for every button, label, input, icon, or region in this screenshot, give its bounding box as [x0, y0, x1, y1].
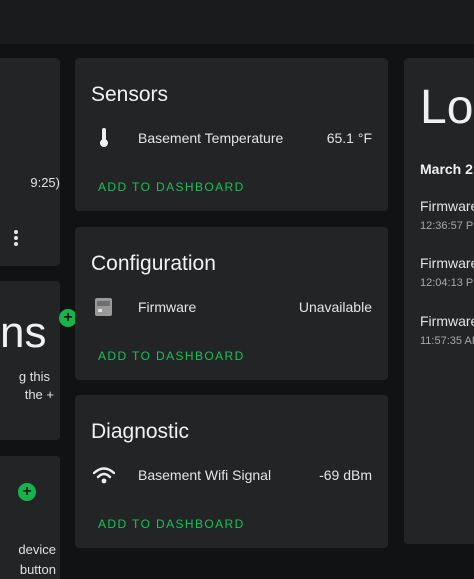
- more-options-icon[interactable]: [13, 228, 19, 248]
- entity-label: Basement Temperature: [138, 130, 284, 146]
- configuration-card: Configuration Firmware Unavailable ADD T…: [75, 227, 388, 380]
- left-card-partial-3: + device button: [0, 456, 60, 579]
- logbook-entry-name[interactable]: Firmware: [420, 255, 474, 271]
- add-icon[interactable]: +: [18, 483, 36, 501]
- entity-value: Unavailable: [298, 299, 372, 315]
- left-card-time: 9:25): [30, 175, 60, 190]
- logbook-entry-time: 12:04:13 PI: [420, 277, 474, 289]
- card-title: Diagnostic: [91, 420, 190, 443]
- left-card-partial-2: ns g this the +: [0, 281, 60, 440]
- entity-value: 65.1 °F: [326, 130, 372, 146]
- sensors-card: Sensors Basement Temperature 65.1 °F ADD…: [75, 58, 388, 211]
- entity-label: Basement Wifi Signal: [138, 467, 272, 483]
- logbook-entry-name[interactable]: Firmware: [420, 313, 474, 329]
- add-to-dashboard-button[interactable]: ADD TO DASHBOARD: [98, 349, 245, 363]
- card-title: Configuration: [91, 252, 216, 275]
- left-card-text-1: g this: [18, 369, 50, 384]
- wifi-icon: [92, 463, 116, 487]
- left-card-partial: 9:25): [0, 58, 60, 266]
- logbook-title: Lo: [420, 81, 474, 134]
- entity-row[interactable]: Firmware Unavailable: [91, 295, 372, 319]
- logbook-entry-time: 11:57:35 AI: [420, 335, 474, 347]
- logbook-card: Lo March 2 Firmware 12:36:57 PI Firmware…: [404, 58, 474, 544]
- entity-row[interactable]: Basement Wifi Signal -69 dBm: [91, 463, 372, 487]
- thermometer-icon: [93, 126, 115, 150]
- firmware-icon: [93, 295, 115, 319]
- diagnostic-card: Diagnostic Basement Wifi Signal -69 dBm …: [75, 395, 388, 548]
- logbook-entry-name[interactable]: Firmware: [420, 198, 474, 214]
- left-card-text-4: button: [19, 562, 56, 577]
- left-card-heading: ns: [0, 308, 47, 357]
- logbook-entry-time: 12:36:57 PI: [420, 220, 474, 232]
- entity-row[interactable]: Basement Temperature 65.1 °F: [91, 126, 372, 150]
- add-to-dashboard-button[interactable]: ADD TO DASHBOARD: [98, 517, 245, 531]
- card-title: Sensors: [91, 83, 169, 106]
- logbook-date: March 2: [420, 161, 473, 177]
- left-card-text-3: device: [18, 542, 56, 557]
- add-to-dashboard-button[interactable]: ADD TO DASHBOARD: [98, 180, 245, 194]
- top-app-bar: [0, 0, 474, 44]
- entity-value: -69 dBm: [319, 467, 372, 483]
- left-card-text-2: the +: [24, 387, 54, 402]
- entity-label: Firmware: [138, 299, 197, 315]
